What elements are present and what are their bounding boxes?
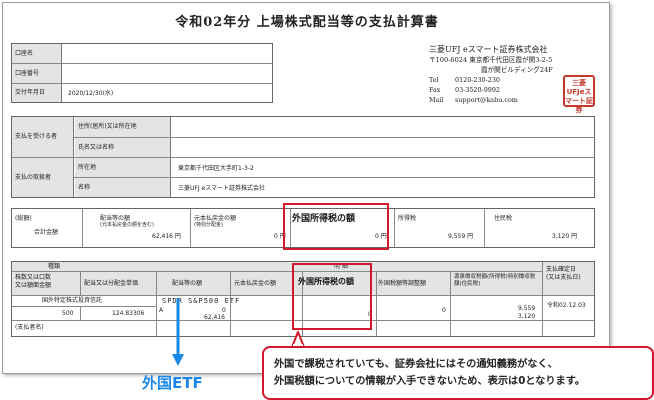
handler-section-label: 支払の取扱者 bbox=[12, 158, 74, 197]
detail-withholding-label: 源泉徴収税額(所得税)特別徴収税額(住民税) bbox=[454, 274, 536, 288]
detail-count-label: 株数又は口数 又は額面金額 bbox=[15, 274, 52, 289]
detail-adj-value: 0 bbox=[442, 307, 446, 314]
account-number-label: 口座番号 bbox=[12, 64, 62, 83]
summary-resident-tax-value: 3,120 円 bbox=[552, 233, 578, 240]
summary-dividend-value: 62,416 円 bbox=[152, 233, 181, 240]
detail-kind-label: 種類 bbox=[48, 263, 61, 270]
company-contact: Tel 0120-230-230 Fax 03-3520-9992 Mail supp… bbox=[429, 75, 518, 106]
summary-resident-tax-label: 住民税 bbox=[494, 215, 513, 222]
callout-pointer-icon bbox=[290, 331, 306, 347]
explanation-callout: 外国で課税されていても、証券会社にはその通知義務がなく、 外国税額についての情報… bbox=[262, 346, 654, 400]
summary-dividend-sub: (元本払戻金の額を含む) bbox=[100, 222, 154, 228]
handler-address-value: 東京都千代田区大手町1-3-2 bbox=[178, 165, 254, 172]
detail-count-value: 500 bbox=[62, 310, 74, 317]
handler-name-value: 三菱UFJ eスマート証券株式会社 bbox=[178, 185, 266, 192]
issue-date-value: 2020/12/30(水) bbox=[68, 90, 114, 97]
detail-unit-value: 124.83306 bbox=[112, 310, 145, 317]
payee-section-label: 支払を受ける者 bbox=[12, 117, 74, 157]
account-box: 口座名 口座番号 交付年月日 2020/12/30(水) bbox=[11, 43, 273, 103]
company-info: 三菱UFJ eスマート証券株式会社 〒100-6024 東京都千代田区霞が関3-… bbox=[429, 45, 553, 76]
callout-line-1: 外国で課税されていても、証券会社にはその通知義務がなく、 bbox=[274, 359, 558, 370]
down-arrow-icon bbox=[172, 298, 184, 366]
detail-adj-label: 外国税額等調整額 bbox=[378, 280, 427, 287]
summary-income-tax-value: 9,559 円 bbox=[448, 233, 474, 240]
detail-foreign-tax-highlight bbox=[292, 263, 372, 330]
callout-line-2: 外国税額についての情報が入手できないため、表示は0となります。 bbox=[274, 376, 586, 387]
detail-mark: A bbox=[159, 307, 164, 314]
summary-principal-sub: (特別分配金) bbox=[194, 222, 223, 228]
foreign-etf-label: 外国ETF bbox=[142, 374, 203, 392]
detail-withholding-top: 9,559 bbox=[518, 305, 536, 312]
payee-name-label: 氏名又は名称 bbox=[75, 138, 171, 157]
tel-label: Tel bbox=[429, 76, 439, 84]
company-seal-icon: 三菱UFJeスマート証券 bbox=[563, 75, 595, 114]
account-name-label: 口座名 bbox=[12, 44, 62, 63]
mail-value: support@kabu.com bbox=[455, 96, 518, 105]
handler-name-label: 名称 bbox=[75, 178, 171, 197]
detail-dividend-label: 配当等の額 bbox=[172, 280, 203, 287]
detail-foreign-tax-label: 外国所得税の額 bbox=[298, 277, 354, 286]
summary-foreign-tax-label: 外国所得税の額 bbox=[292, 214, 356, 224]
mail-label: Mail bbox=[429, 96, 444, 105]
detail-row-kind: 国外特定株式投資信託 bbox=[42, 297, 103, 304]
detail-principal-label: 元本払戻金の額 bbox=[234, 280, 277, 287]
tel-value: 0120-230-230 bbox=[455, 76, 500, 84]
fax-label: Fax bbox=[429, 86, 441, 95]
detail-date-label: 支払確定日 (又は支払日) bbox=[546, 266, 581, 281]
detail-date-value: 令和02.12.03 bbox=[547, 302, 586, 309]
total-label: (総額) bbox=[15, 215, 32, 222]
fax-value: 03-3520-9992 bbox=[455, 86, 500, 95]
issue-date-label: 交付年月日 bbox=[12, 84, 62, 102]
summary-income-tax-label: 所得税 bbox=[398, 215, 417, 222]
company-name: 三菱UFJ eスマート証券株式会社 bbox=[429, 45, 548, 54]
document-title: 令和02年分 上場株式配当等の支払計算書 bbox=[175, 15, 439, 30]
company-address-1: 〒100-6024 東京都千代田区霞が関3-2-5 bbox=[429, 56, 553, 65]
payee-address-label: 住所(居所)又は所在地 bbox=[75, 117, 171, 137]
total-sub-label: 合計金額 bbox=[34, 229, 59, 236]
handler-address-label: 所在地 bbox=[75, 158, 171, 177]
detail-unit-label: 配当又は分配金単価 bbox=[84, 280, 139, 287]
detail-remarks-label: (支払者名) bbox=[15, 324, 44, 331]
payee-handler-box: 支払を受ける者 支払の取扱者 住所(居所)又は所在地 氏名又は名称 所在地 名称… bbox=[11, 116, 595, 198]
